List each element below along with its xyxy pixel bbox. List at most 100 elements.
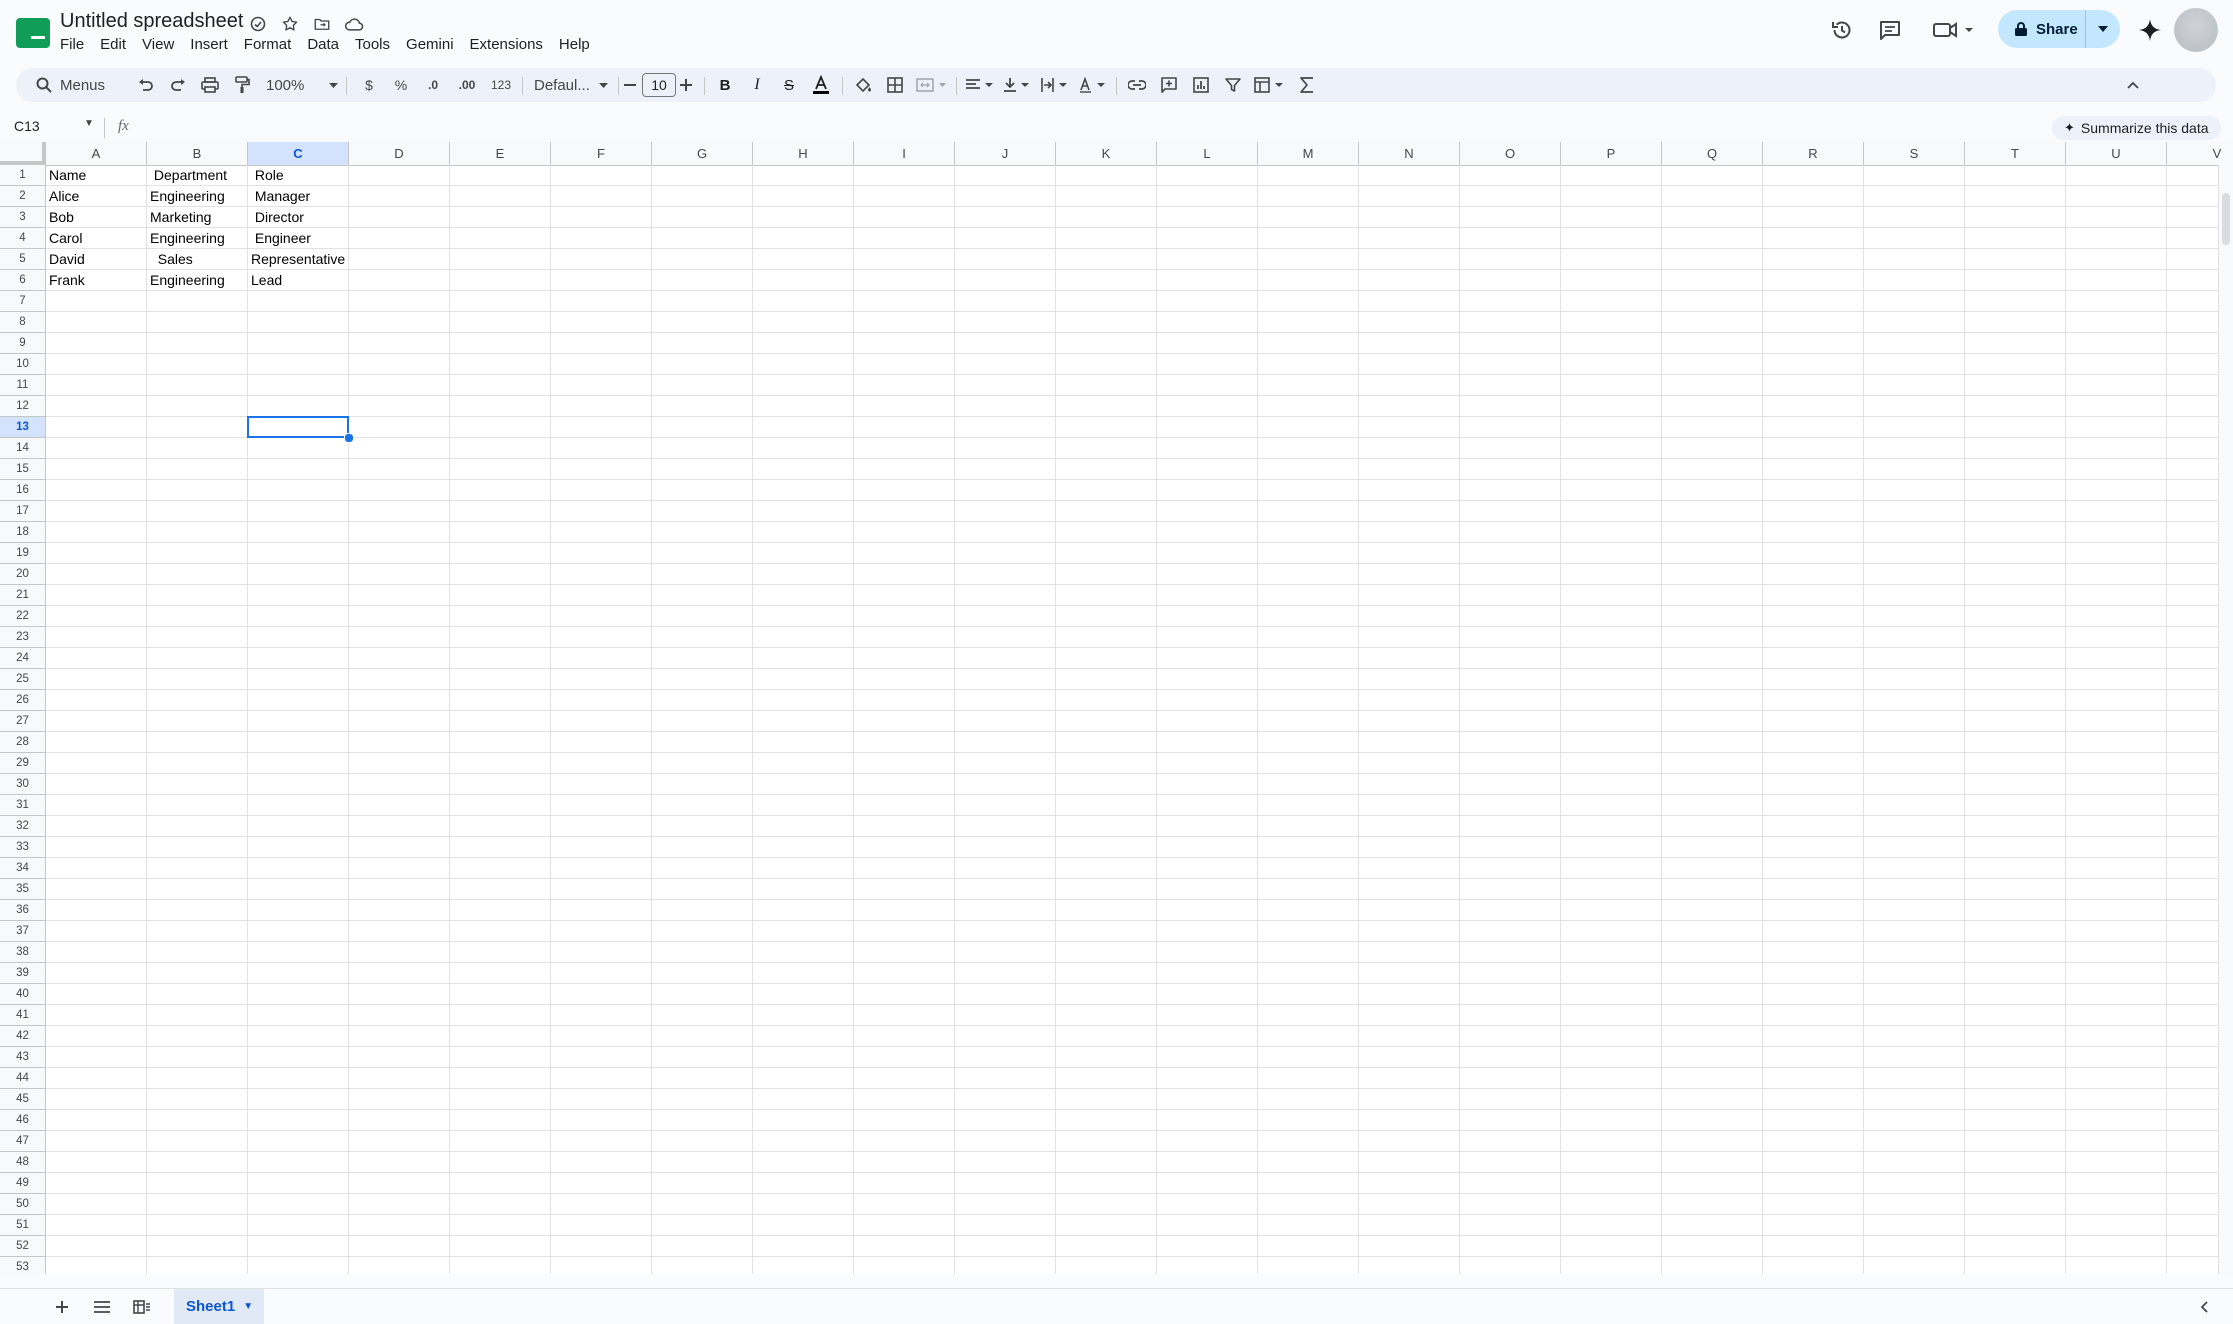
format-currency-button[interactable]: $ [354, 68, 384, 102]
column-header-b[interactable]: B [147, 142, 248, 165]
zoom-select[interactable]: 100% [260, 68, 344, 102]
insert-chart-icon[interactable] [1186, 68, 1216, 102]
paint-format-icon[interactable] [228, 68, 256, 102]
cell-a6[interactable]: Frank [46, 270, 147, 291]
spreadsheet-grid[interactable]: ABCDEFGHIJKLMNOPQRSTUV 1 2 3 4 5 6 7 8 9 10 11 12 13… [0, 142, 2233, 1274]
column-header-i[interactable]: I [854, 142, 955, 165]
fill-handle[interactable] [344, 433, 354, 443]
row-header-16[interactable]: 16 [0, 480, 45, 501]
row-header-34[interactable]: 34 [0, 858, 45, 879]
vertical-scrollbar[interactable] [2218, 165, 2233, 1274]
row-header-19[interactable]: 19 [0, 543, 45, 564]
undo-icon[interactable] [132, 68, 160, 102]
share-main-button[interactable]: Share [1998, 10, 2086, 48]
row-header-42[interactable]: 42 [0, 1026, 45, 1047]
row-header-26[interactable]: 26 [0, 690, 45, 711]
row-header-45[interactable]: 45 [0, 1089, 45, 1110]
column-header-h[interactable]: H [753, 142, 854, 165]
more-formats-button[interactable]: 123 [484, 68, 518, 102]
share-dropdown-icon[interactable] [2086, 26, 2120, 32]
row-header-30[interactable]: 30 [0, 774, 45, 795]
cell-a1[interactable]: Name [46, 165, 147, 186]
summarize-data-button[interactable]: ✦ Summarize this data [2052, 116, 2221, 140]
row-header-2[interactable]: 2 [0, 186, 45, 207]
text-wrapping-icon[interactable] [1038, 68, 1074, 102]
cloud-saved-icon[interactable] [342, 12, 366, 36]
bold-icon[interactable]: B [710, 68, 740, 102]
row-header-9[interactable]: 9 [0, 333, 45, 354]
menu-format[interactable]: Format [236, 34, 300, 55]
row-header-36[interactable]: 36 [0, 900, 45, 921]
column-header-v[interactable]: V [2167, 142, 2233, 165]
row-header-21[interactable]: 21 [0, 585, 45, 606]
menu-view[interactable]: View [134, 34, 182, 55]
version-history-icon[interactable] [1826, 14, 1858, 46]
increase-decimal-button[interactable]: .00 [450, 68, 484, 102]
row-header-25[interactable]: 25 [0, 669, 45, 690]
row-header-11[interactable]: 11 [0, 375, 45, 396]
row-header-4[interactable]: 4 [0, 228, 45, 249]
horizontal-align-icon[interactable] [962, 68, 998, 102]
format-percent-button[interactable]: % [386, 68, 416, 102]
cell-b5[interactable]: Sales [147, 249, 248, 270]
meet-call-icon[interactable] [1930, 14, 1978, 46]
row-header-40[interactable]: 40 [0, 984, 45, 1005]
column-header-m[interactable]: M [1258, 142, 1359, 165]
cell-a5[interactable]: David [46, 249, 147, 270]
row-header-48[interactable]: 48 [0, 1152, 45, 1173]
column-header-f[interactable]: F [551, 142, 652, 165]
italic-icon[interactable]: I [742, 68, 772, 102]
filter-views-icon[interactable] [1250, 68, 1290, 102]
chevron-down-icon[interactable]: ▼ [84, 118, 94, 129]
row-header-22[interactable]: 22 [0, 606, 45, 627]
row-header-20[interactable]: 20 [0, 564, 45, 585]
cell-c2[interactable]: Manager [248, 186, 349, 207]
chevron-down-icon[interactable]: ▼ [243, 1301, 253, 1312]
row-header-13[interactable]: 13 [0, 417, 45, 438]
fill-color-icon[interactable] [848, 68, 878, 102]
functions-icon[interactable] [1292, 68, 1322, 102]
row-header-35[interactable]: 35 [0, 879, 45, 900]
row-header-52[interactable]: 52 [0, 1236, 45, 1257]
row-header-14[interactable]: 14 [0, 438, 45, 459]
column-header-n[interactable]: N [1359, 142, 1460, 165]
merge-cells-icon[interactable] [912, 68, 952, 102]
collapse-toolbar-icon[interactable] [2118, 68, 2148, 102]
column-header-l[interactable]: L [1157, 142, 1258, 165]
cell-b3[interactable]: Marketing [147, 207, 248, 228]
cell-a4[interactable]: Carol [46, 228, 147, 249]
column-header-j[interactable]: J [955, 142, 1056, 165]
row-header-12[interactable]: 12 [0, 396, 45, 417]
row-header-27[interactable]: 27 [0, 711, 45, 732]
row-header-47[interactable]: 47 [0, 1131, 45, 1152]
document-title[interactable]: Untitled spreadsheet [60, 10, 243, 33]
star-icon[interactable] [278, 12, 302, 36]
column-header-u[interactable]: U [2066, 142, 2167, 165]
sheet-options-icon[interactable] [128, 1289, 156, 1324]
column-header-k[interactable]: K [1056, 142, 1157, 165]
filter-icon[interactable] [1218, 68, 1248, 102]
row-header-31[interactable]: 31 [0, 795, 45, 816]
cell-a3[interactable]: Bob [46, 207, 147, 228]
cell-area[interactable]: Name Department Role Alice Engineering Man… [46, 165, 2233, 1274]
strikethrough-icon[interactable]: S [774, 68, 804, 102]
row-header-51[interactable]: 51 [0, 1215, 45, 1236]
insert-link-icon[interactable] [1122, 68, 1152, 102]
cell-c6[interactable]: Lead [248, 270, 349, 291]
row-header-7[interactable]: 7 [0, 291, 45, 312]
column-header-d[interactable]: D [349, 142, 450, 165]
column-header-t[interactable]: T [1965, 142, 2066, 165]
all-sheets-icon[interactable] [88, 1289, 116, 1324]
cell-b2[interactable]: Engineering [147, 186, 248, 207]
cell-c1[interactable]: Role [248, 165, 349, 186]
sheet-tab-sheet1[interactable]: Sheet1 ▼ [174, 1289, 264, 1324]
row-header-49[interactable]: 49 [0, 1173, 45, 1194]
row-header-32[interactable]: 32 [0, 816, 45, 837]
menu-insert[interactable]: Insert [182, 34, 236, 55]
row-header-18[interactable]: 18 [0, 522, 45, 543]
column-header-e[interactable]: E [450, 142, 551, 165]
add-sheet-icon[interactable] [48, 1289, 76, 1324]
menu-gemini[interactable]: Gemini [398, 34, 462, 55]
menu-extensions[interactable]: Extensions [462, 34, 551, 55]
name-box[interactable]: C13 [14, 118, 40, 134]
